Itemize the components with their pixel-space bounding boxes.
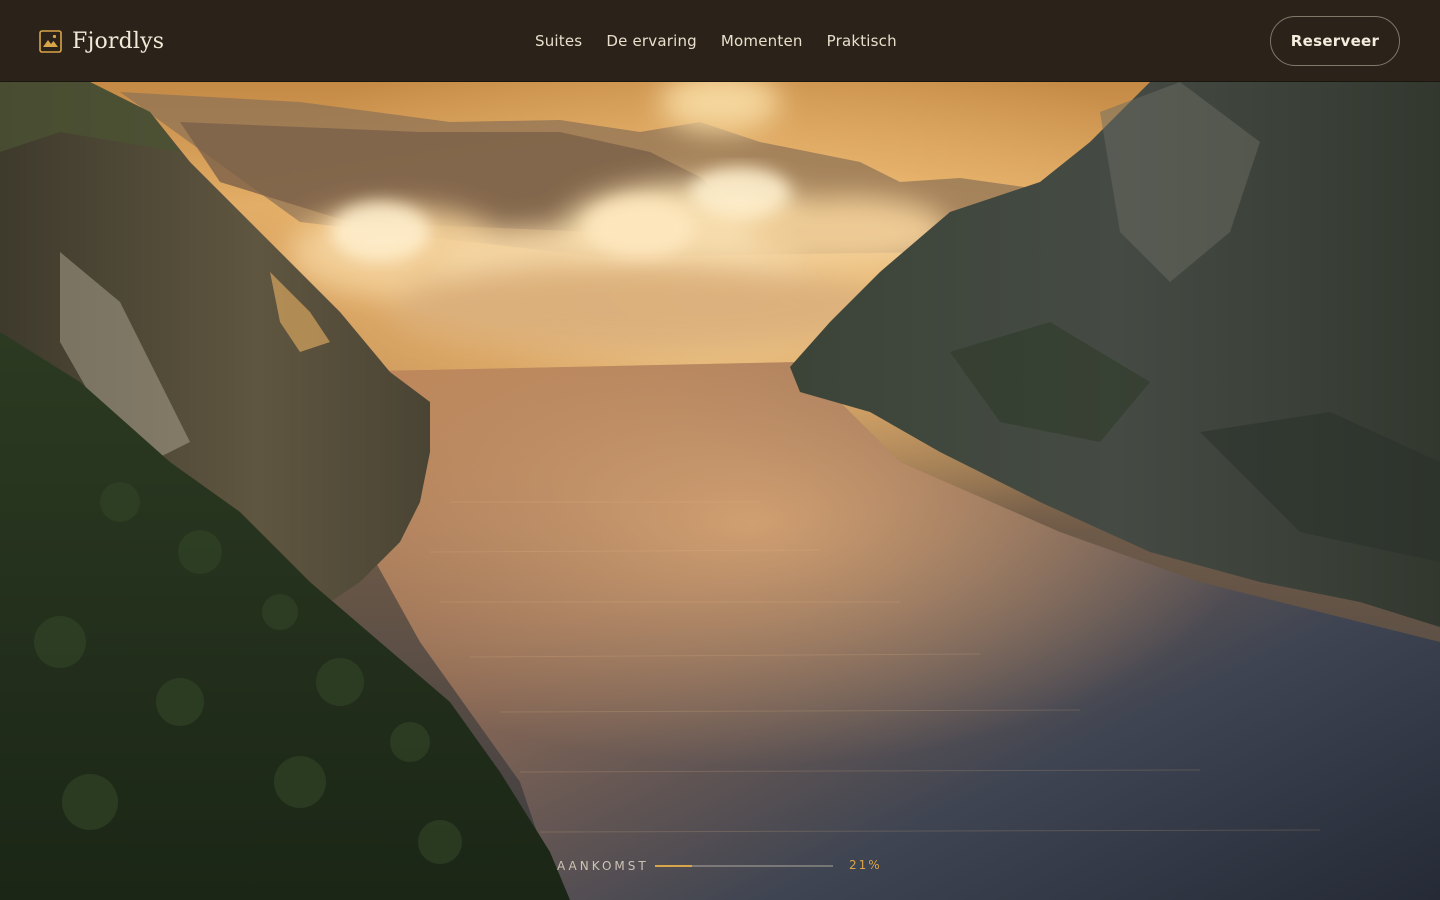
nav-link-de-ervaring[interactable]: De ervaring [606, 32, 697, 50]
hero-fjord-image [0, 82, 1440, 900]
mountain-sun-icon [39, 29, 62, 53]
reserveer-button[interactable]: Reserveer [1270, 16, 1400, 66]
progress-value: 21% [849, 858, 882, 872]
progress-fill [655, 865, 693, 867]
nav-link-suites[interactable]: Suites [535, 32, 582, 50]
brand-logo-link[interactable]: Fjordlys [39, 28, 164, 54]
main-nav: Suites De ervaring Momenten Praktisch [535, 30, 897, 52]
progress-track [655, 865, 833, 867]
arrival-progress: AANKOMST 21% [557, 857, 887, 875]
top-navigation-bar: Fjordlys Suites De ervaring Momenten Pra… [0, 0, 1440, 82]
nav-link-momenten[interactable]: Momenten [721, 32, 803, 50]
nav-link-praktisch[interactable]: Praktisch [827, 32, 897, 50]
brand-name: Fjordlys [72, 28, 165, 54]
progress-label: AANKOMST [557, 859, 649, 873]
fjord-landscape-illustration [0, 82, 1440, 900]
